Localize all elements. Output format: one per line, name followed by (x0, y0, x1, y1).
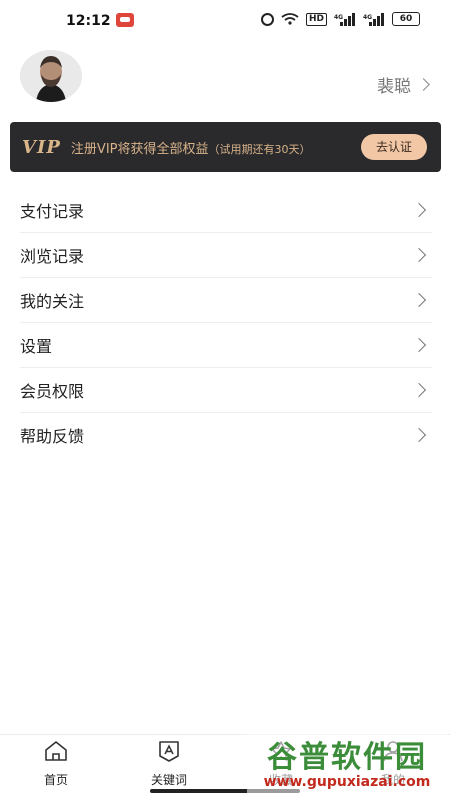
signal-icon-2: 4G (363, 12, 384, 26)
nav-home[interactable]: 首页 (21, 739, 91, 788)
chevron-right-icon (411, 427, 427, 443)
avatar-image (20, 50, 82, 102)
watermark-url: www.gupuxiazai.com (263, 774, 431, 790)
hd-icon: HD (305, 12, 327, 26)
username: 裴聪 (377, 77, 411, 97)
vip-logo: VIP (22, 136, 61, 158)
alarm-icon (260, 12, 274, 26)
nav-keywords[interactable]: 关键词 (134, 739, 204, 788)
menu-item-label: 我的关注 (20, 292, 85, 311)
chevron-right-icon (411, 337, 427, 353)
watermark-title: 谷普软件园 (267, 740, 427, 775)
chevron-right-icon (411, 292, 427, 308)
signal-icon: 4G (334, 12, 355, 26)
chevron-right-icon (411, 247, 427, 263)
menu-item-browsing-history[interactable]: 浏览记录 (20, 233, 432, 278)
app-notification-icon (116, 13, 134, 27)
keyword-icon (159, 741, 179, 762)
menu-item-label: 支付记录 (20, 202, 85, 221)
menu-item-label: 浏览记录 (20, 247, 85, 266)
svg-text:4G: 4G (363, 14, 372, 21)
wifi-icon (281, 13, 299, 25)
menu-item-label: 设置 (20, 337, 53, 356)
nav-label: 首页 (43, 773, 68, 787)
status-icons: HD 4G 4G 60 (260, 12, 420, 26)
menu-item-my-follows[interactable]: 我的关注 (20, 278, 432, 323)
nav-label: 关键词 (150, 773, 187, 787)
vip-banner-main: 注册VIP将获得全部权益 (70, 141, 209, 157)
chevron-right-icon (411, 202, 427, 218)
battery-icon: 60 (392, 12, 420, 26)
home-icon (45, 741, 67, 761)
status-time: 12:12 (66, 13, 111, 29)
menu-item-member-permissions[interactable]: 会员权限 (20, 368, 432, 413)
vip-trial-remaining: （试用期还有30天） (208, 142, 311, 156)
svg-text:4G: 4G (334, 14, 343, 21)
chevron-right-icon (417, 78, 430, 91)
menu-item-payment-records[interactable]: 支付记录 (20, 188, 432, 233)
vip-banner[interactable]: VIP 注册VIP将获得全部权益（试用期还有30天） 去认证 (10, 122, 441, 172)
verify-button[interactable]: 去认证 (361, 134, 427, 160)
vip-banner-text: 注册VIP将获得全部权益（试用期还有30天） (71, 138, 311, 157)
chevron-right-icon (411, 382, 427, 398)
avatar[interactable] (20, 50, 82, 102)
username-row[interactable]: 裴聪 (377, 72, 430, 97)
status-bar: 12:12 HD 4G 4G 60 (0, 0, 450, 44)
menu-item-label: 帮助反馈 (20, 427, 85, 446)
menu-item-settings[interactable]: 设置 (20, 323, 432, 368)
menu-item-help-feedback[interactable]: 帮助反馈 (20, 413, 432, 457)
site-watermark: 谷普软件园 www.gupuxiazai.com (247, 730, 447, 800)
menu-item-label: 会员权限 (20, 382, 85, 401)
settings-menu: 支付记录 浏览记录 我的关注 设置 会员权限 帮助反馈 (20, 188, 432, 457)
